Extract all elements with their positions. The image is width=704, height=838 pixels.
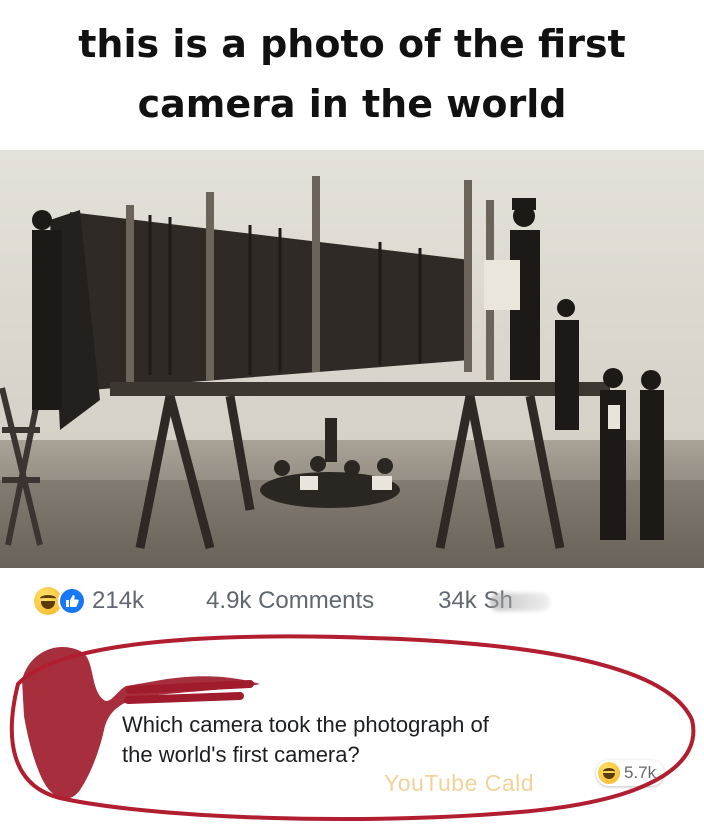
like-count[interactable]: 214k	[92, 587, 144, 615]
camera-photo-illustration	[0, 150, 704, 568]
historic-camera-photo	[0, 150, 704, 568]
reaction-icons[interactable]	[34, 587, 86, 615]
comment-body: Which camera took the photograph of the …	[122, 710, 602, 770]
youtube-watermark: YouTube Cald	[384, 770, 535, 796]
comment-reaction-count: 5.7k	[624, 763, 657, 782]
comment-count[interactable]: 4.9k Comments	[206, 587, 374, 615]
share-count[interactable]: 34k Sh	[438, 587, 551, 615]
meme-caption: this is a photo of the first camera in t…	[0, 0, 704, 148]
comment: Which camera took the photograph of the …	[0, 632, 704, 838]
blur-smudge	[490, 593, 551, 611]
reaction-bar: 214k 4.9k Comments 34k Sh	[0, 570, 704, 632]
comment-line-2: the world's first camera?	[122, 742, 360, 767]
caption-line-2: camera in the world	[137, 82, 567, 126]
comment-line-1: Which camera took the photograph of	[122, 712, 489, 737]
thumbs-up-icon	[58, 587, 86, 615]
comment-reaction-badge[interactable]: 5.7k	[596, 760, 665, 786]
caption-line-1: this is a photo of the first	[78, 22, 626, 66]
laugh-emoji-icon	[598, 762, 620, 784]
